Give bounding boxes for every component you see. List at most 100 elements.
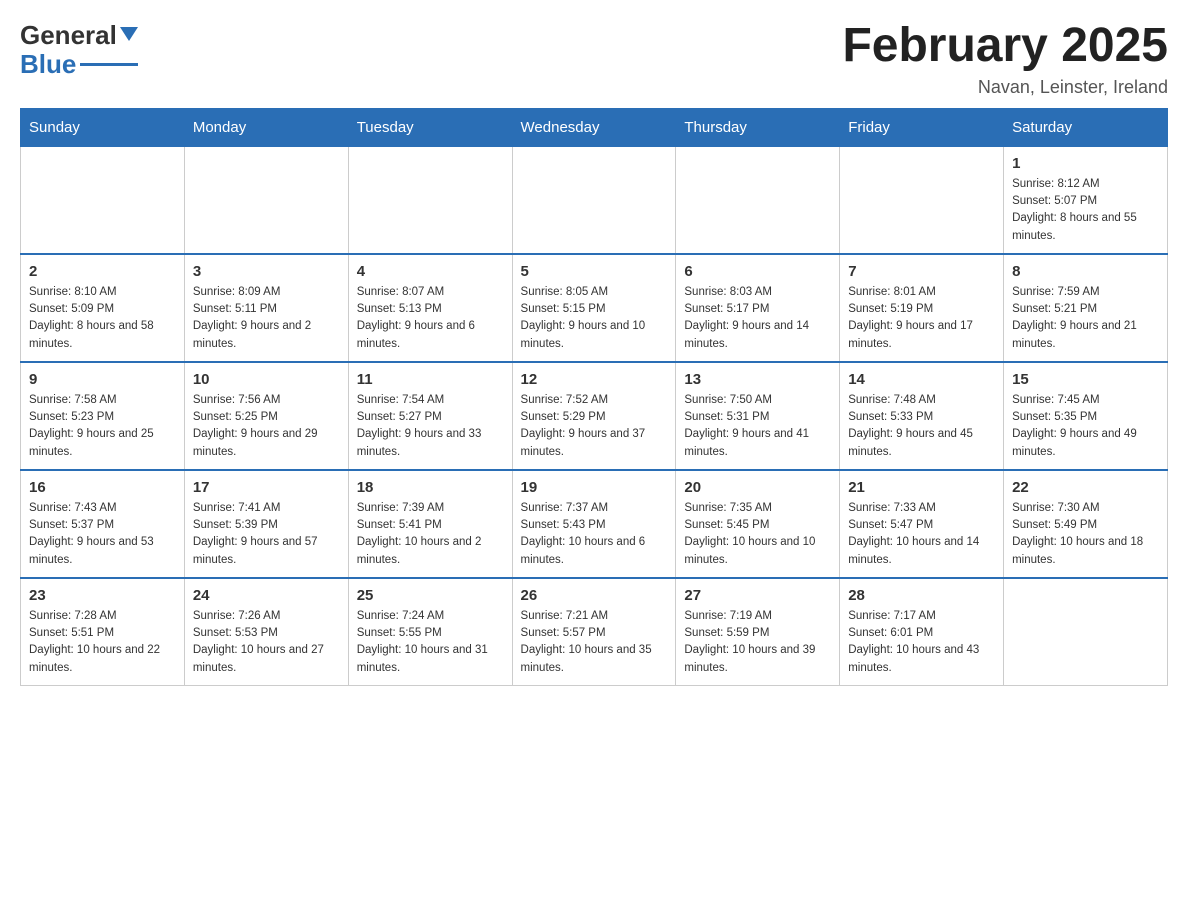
calendar-week-row: 2Sunrise: 8:10 AMSunset: 5:09 PMDaylight… xyxy=(21,254,1168,362)
day-info: Sunrise: 8:10 AMSunset: 5:09 PMDaylight:… xyxy=(29,284,176,353)
month-title: February 2025 xyxy=(842,20,1168,73)
day-info: Sunrise: 7:56 AMSunset: 5:25 PMDaylight:… xyxy=(193,392,340,461)
day-number: 25 xyxy=(357,587,504,604)
table-row: 5 Sunrise: 8:05 AMSunset: 5:15 PMDaylight… xyxy=(512,254,676,362)
header-wednesday: Wednesday xyxy=(512,108,676,146)
day-number: 15 xyxy=(1012,371,1159,388)
day-number: 3 xyxy=(193,263,340,280)
table-row: 26 Sunrise: 7:21 AMSunset: 5:57 PMDayligh… xyxy=(512,578,676,686)
day-number: 28 xyxy=(848,587,995,604)
location-subtitle: Navan, Leinster, Ireland xyxy=(842,77,1168,98)
table-row xyxy=(184,146,348,254)
day-info: Sunrise: 8:01 AMSunset: 5:19 PMDaylight:… xyxy=(848,284,995,353)
day-info: Sunrise: 7:21 AMSunset: 5:57 PMDaylight:… xyxy=(521,608,668,677)
calendar-table: Sunday Monday Tuesday Wednesday Thursday… xyxy=(20,108,1168,686)
logo-underline xyxy=(80,63,137,66)
header-tuesday: Tuesday xyxy=(348,108,512,146)
table-row xyxy=(676,146,840,254)
day-number: 23 xyxy=(29,587,176,604)
day-number: 10 xyxy=(193,371,340,388)
table-row xyxy=(1004,578,1168,686)
logo-blue-text: Blue xyxy=(20,49,76,80)
logo: General Blue xyxy=(20,20,138,80)
calendar-header-row: Sunday Monday Tuesday Wednesday Thursday… xyxy=(21,108,1168,146)
day-number: 20 xyxy=(684,479,831,496)
day-number: 6 xyxy=(684,263,831,280)
table-row xyxy=(348,146,512,254)
day-number: 21 xyxy=(848,479,995,496)
day-info: Sunrise: 7:45 AMSunset: 5:35 PMDaylight:… xyxy=(1012,392,1159,461)
day-number: 13 xyxy=(684,371,831,388)
table-row: 21 Sunrise: 7:33 AMSunset: 5:47 PMDayligh… xyxy=(840,470,1004,578)
day-info: Sunrise: 7:39 AMSunset: 5:41 PMDaylight:… xyxy=(357,500,504,569)
day-info: Sunrise: 7:59 AMSunset: 5:21 PMDaylight:… xyxy=(1012,284,1159,353)
table-row: 8 Sunrise: 7:59 AMSunset: 5:21 PMDaylight… xyxy=(1004,254,1168,362)
day-number: 27 xyxy=(684,587,831,604)
day-info: Sunrise: 7:43 AMSunset: 5:37 PMDaylight:… xyxy=(29,500,176,569)
day-info: Sunrise: 7:35 AMSunset: 5:45 PMDaylight:… xyxy=(684,500,831,569)
day-info: Sunrise: 8:12 AMSunset: 5:07 PMDaylight:… xyxy=(1012,176,1159,245)
day-number: 12 xyxy=(521,371,668,388)
table-row: 22 Sunrise: 7:30 AMSunset: 5:49 PMDayligh… xyxy=(1004,470,1168,578)
page-header: General Blue February 2025 Navan, Leinst… xyxy=(20,20,1168,98)
table-row: 4Sunrise: 8:07 AMSunset: 5:13 PMDaylight… xyxy=(348,254,512,362)
table-row xyxy=(21,146,185,254)
table-row xyxy=(512,146,676,254)
day-number: 14 xyxy=(848,371,995,388)
table-row xyxy=(840,146,1004,254)
day-info: Sunrise: 8:05 AMSunset: 5:15 PMDaylight:… xyxy=(521,284,668,353)
day-info: Sunrise: 7:28 AMSunset: 5:51 PMDaylight:… xyxy=(29,608,176,677)
day-number: 9 xyxy=(29,371,176,388)
day-number: 11 xyxy=(357,371,504,388)
day-info: Sunrise: 7:58 AMSunset: 5:23 PMDaylight:… xyxy=(29,392,176,461)
table-row: 2Sunrise: 8:10 AMSunset: 5:09 PMDaylight… xyxy=(21,254,185,362)
day-info: Sunrise: 7:17 AMSunset: 6:01 PMDaylight:… xyxy=(848,608,995,677)
day-number: 7 xyxy=(848,263,995,280)
header-saturday: Saturday xyxy=(1004,108,1168,146)
day-info: Sunrise: 7:50 AMSunset: 5:31 PMDaylight:… xyxy=(684,392,831,461)
table-row: 14Sunrise: 7:48 AMSunset: 5:33 PMDayligh… xyxy=(840,362,1004,470)
day-number: 22 xyxy=(1012,479,1159,496)
day-number: 26 xyxy=(521,587,668,604)
header-friday: Friday xyxy=(840,108,1004,146)
table-row: 13 Sunrise: 7:50 AMSunset: 5:31 PMDayligh… xyxy=(676,362,840,470)
day-info: Sunrise: 7:26 AMSunset: 5:53 PMDaylight:… xyxy=(193,608,340,677)
day-number: 18 xyxy=(357,479,504,496)
day-info: Sunrise: 8:09 AMSunset: 5:11 PMDaylight:… xyxy=(193,284,340,353)
table-row: 15 Sunrise: 7:45 AMSunset: 5:35 PMDayligh… xyxy=(1004,362,1168,470)
table-row: 10 Sunrise: 7:56 AMSunset: 5:25 PMDayligh… xyxy=(184,362,348,470)
header-monday: Monday xyxy=(184,108,348,146)
day-number: 19 xyxy=(521,479,668,496)
day-number: 5 xyxy=(521,263,668,280)
calendar-week-row: 1 Sunrise: 8:12 AMSunset: 5:07 PMDaylight… xyxy=(21,146,1168,254)
table-row: 25Sunrise: 7:24 AMSunset: 5:55 PMDayligh… xyxy=(348,578,512,686)
calendar-week-row: 23 Sunrise: 7:28 AMSunset: 5:51 PMDayligh… xyxy=(21,578,1168,686)
table-row: 12 Sunrise: 7:52 AMSunset: 5:29 PMDayligh… xyxy=(512,362,676,470)
table-row: 18 Sunrise: 7:39 AMSunset: 5:41 PMDayligh… xyxy=(348,470,512,578)
logo-arrow-icon xyxy=(120,27,138,41)
day-number: 1 xyxy=(1012,155,1159,172)
table-row: 11 Sunrise: 7:54 AMSunset: 5:27 PMDayligh… xyxy=(348,362,512,470)
table-row: 3 Sunrise: 8:09 AMSunset: 5:11 PMDaylight… xyxy=(184,254,348,362)
day-info: Sunrise: 8:03 AMSunset: 5:17 PMDaylight:… xyxy=(684,284,831,353)
day-info: Sunrise: 7:33 AMSunset: 5:47 PMDaylight:… xyxy=(848,500,995,569)
table-row: 23 Sunrise: 7:28 AMSunset: 5:51 PMDayligh… xyxy=(21,578,185,686)
logo-general-text: General xyxy=(20,20,117,51)
table-row: 28 Sunrise: 7:17 AMSunset: 6:01 PMDayligh… xyxy=(840,578,1004,686)
table-row: 17Sunrise: 7:41 AMSunset: 5:39 PMDayligh… xyxy=(184,470,348,578)
day-info: Sunrise: 7:54 AMSunset: 5:27 PMDaylight:… xyxy=(357,392,504,461)
day-info: Sunrise: 7:52 AMSunset: 5:29 PMDaylight:… xyxy=(521,392,668,461)
table-row: 6 Sunrise: 8:03 AMSunset: 5:17 PMDaylight… xyxy=(676,254,840,362)
table-row: 1 Sunrise: 8:12 AMSunset: 5:07 PMDaylight… xyxy=(1004,146,1168,254)
day-number: 8 xyxy=(1012,263,1159,280)
calendar-week-row: 16 Sunrise: 7:43 AMSunset: 5:37 PMDayligh… xyxy=(21,470,1168,578)
day-number: 16 xyxy=(29,479,176,496)
table-row: 9 Sunrise: 7:58 AMSunset: 5:23 PMDaylight… xyxy=(21,362,185,470)
table-row: 19Sunrise: 7:37 AMSunset: 5:43 PMDayligh… xyxy=(512,470,676,578)
table-row: 27Sunrise: 7:19 AMSunset: 5:59 PMDayligh… xyxy=(676,578,840,686)
header-sunday: Sunday xyxy=(21,108,185,146)
day-info: Sunrise: 7:30 AMSunset: 5:49 PMDaylight:… xyxy=(1012,500,1159,569)
day-info: Sunrise: 8:07 AMSunset: 5:13 PMDaylight:… xyxy=(357,284,504,353)
table-row: 7 Sunrise: 8:01 AMSunset: 5:19 PMDaylight… xyxy=(840,254,1004,362)
table-row: 24Sunrise: 7:26 AMSunset: 5:53 PMDayligh… xyxy=(184,578,348,686)
